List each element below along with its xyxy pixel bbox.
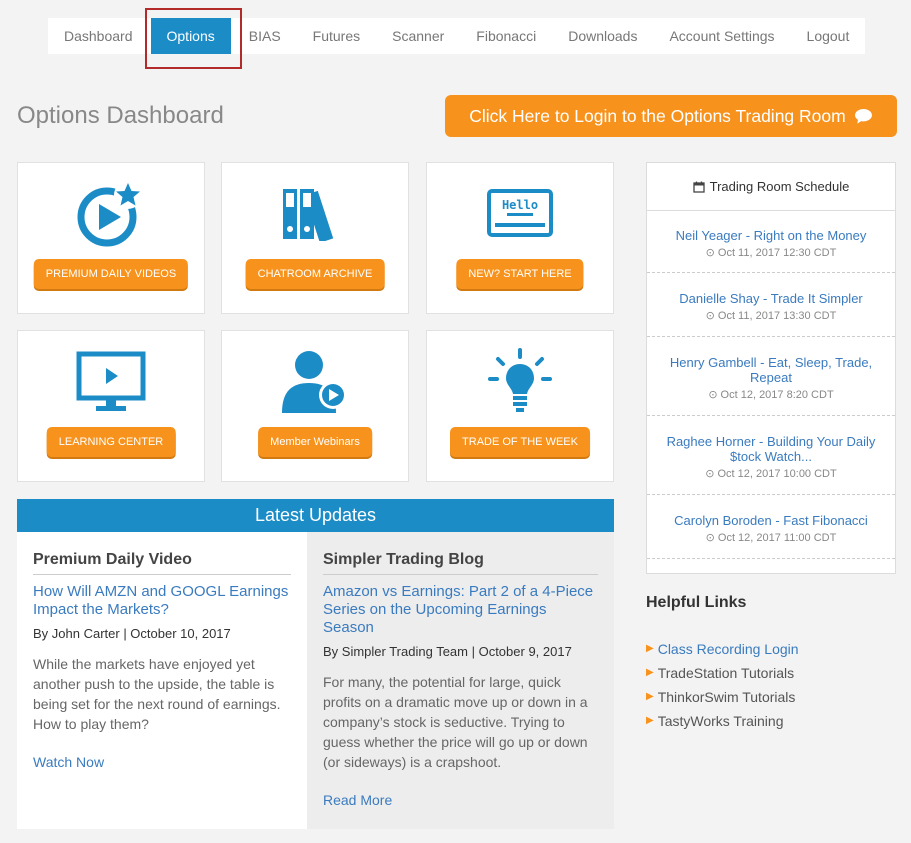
new-start-here-button[interactable]: NEW? START HERE xyxy=(456,259,584,289)
schedule-date-text: Oct 12, 2017 10:00 CDT xyxy=(717,467,837,480)
nav-futures[interactable]: Futures xyxy=(297,18,376,54)
nav-scanner[interactable]: Scanner xyxy=(376,18,460,54)
watch-now-link[interactable]: Watch Now xyxy=(33,754,291,770)
premium-daily-videos-button[interactable]: PREMIUM DAILY VIDEOS xyxy=(33,259,189,289)
schedule-item: Raghee Horner - Building Your Daily $toc… xyxy=(647,416,895,495)
clock-icon: ⊙ xyxy=(705,310,715,322)
nav-dashboard[interactable]: Dashboard xyxy=(48,18,149,54)
schedule-item-title[interactable]: Raghee Horner - Building Your Daily $toc… xyxy=(657,434,885,464)
helpful-link-item[interactable]: ▶ TradeStation Tutorials xyxy=(646,661,799,685)
blog-post-link[interactable]: Amazon vs Earnings: Part 2 of a 4-Piece … xyxy=(323,583,598,637)
schedule-item-title[interactable]: Henry Gambell - Eat, Sleep, Trade, Repea… xyxy=(657,355,885,385)
schedule-item: Carolyn Boroden - Fast Fibonacci ⊙ Oct 12… xyxy=(647,495,895,559)
caret-right-icon: ▶ xyxy=(646,715,654,726)
learning-center-button[interactable]: LEARNING CENTER xyxy=(46,427,176,457)
schedule-date-text: Oct 11, 2017 12:30 CDT xyxy=(717,246,837,259)
blog-excerpt: For many, the potential for large, quick… xyxy=(323,674,588,770)
lightbulb-icon xyxy=(488,348,552,412)
premium-video-byline: By John Carter | October 10, 2017 xyxy=(33,626,231,641)
schedule-item-title[interactable]: Danielle Shay - Trade It Simpler xyxy=(657,291,885,306)
schedule-header: Trading Room Schedule xyxy=(647,163,895,211)
tile-trade-of-the-week[interactable]: TRADE OF THE WEEK xyxy=(426,330,614,482)
premium-daily-video-column: Premium Daily Video How Will AMZN and GO… xyxy=(17,532,307,829)
hello-badge-icon: Hello xyxy=(487,189,553,237)
binders-icon xyxy=(283,189,334,241)
caret-right-icon: ▶ xyxy=(646,667,654,678)
helpful-link-label: ThinkorSwim Tutorials xyxy=(657,689,796,705)
clock-icon: ⊙ xyxy=(705,247,715,259)
schedule-date-text: Oct 12, 2017 11:00 CDT xyxy=(717,531,837,544)
blog-heading: Simpler Trading Blog xyxy=(323,551,598,575)
schedule-item-date: ⊙ Oct 12, 2017 10:00 CDT xyxy=(657,467,885,481)
nav-account-settings[interactable]: Account Settings xyxy=(653,18,790,54)
schedule-item-date: ⊙ Oct 11, 2017 12:30 CDT xyxy=(657,246,885,260)
helpful-link-label: TastyWorks Training xyxy=(657,713,784,729)
monitor-play-icon xyxy=(76,351,146,411)
calendar-icon xyxy=(692,181,705,193)
chat-bubble-icon xyxy=(854,108,872,124)
helpful-link-item[interactable]: ▶ Class Recording Login xyxy=(646,637,799,661)
clock-icon: ⊙ xyxy=(708,389,718,401)
blog-column: Simpler Trading Blog Amazon vs Earnings:… xyxy=(307,532,614,829)
latest-updates-panel: Latest Updates Premium Daily Video How W… xyxy=(17,499,614,829)
chatroom-archive-button[interactable]: CHATROOM ARCHIVE xyxy=(245,259,385,289)
tile-member-webinars[interactable]: Member Webinars xyxy=(221,330,409,482)
helpful-link-item[interactable]: ▶ TastyWorks Training xyxy=(646,709,799,733)
top-nav: Dashboard Options BIAS Futures Scanner F… xyxy=(48,18,865,54)
schedule-item-title[interactable]: Neil Yeager - Right on the Money xyxy=(657,228,885,243)
trading-room-schedule: Trading Room Schedule Neil Yeager - Righ… xyxy=(646,162,896,574)
schedule-date-text: Oct 12, 2017 8:20 CDT xyxy=(720,388,834,401)
nav-downloads[interactable]: Downloads xyxy=(552,18,653,54)
clock-icon: ⊙ xyxy=(705,532,715,544)
play-star-icon xyxy=(77,181,142,247)
svg-text:Hello: Hello xyxy=(502,198,538,212)
premium-video-excerpt: While the markets have enjoyed yet anoth… xyxy=(33,656,281,732)
login-button-label: Click Here to Login to the Options Tradi… xyxy=(469,105,846,126)
blog-byline: By Simpler Trading Team | October 9, 201… xyxy=(323,644,572,659)
helpful-link-label: Class Recording Login xyxy=(657,641,799,657)
schedule-item: Henry Gambell - Eat, Sleep, Trade, Repea… xyxy=(647,337,895,416)
tile-chatroom-archive[interactable]: CHATROOM ARCHIVE xyxy=(221,162,409,314)
tile-new-start-here[interactable]: Hello NEW? START HERE xyxy=(426,162,614,314)
tile-learning-center[interactable]: LEARNING CENTER xyxy=(17,330,205,482)
schedule-item: Danielle Shay - Trade It Simpler ⊙ Oct 11… xyxy=(647,273,895,337)
premium-daily-video-heading: Premium Daily Video xyxy=(33,551,291,575)
tile-premium-daily-videos[interactable]: PREMIUM DAILY VIDEOS xyxy=(17,162,205,314)
clock-icon: ⊙ xyxy=(705,468,715,480)
schedule-item-date: ⊙ Oct 12, 2017 8:20 CDT xyxy=(657,388,885,402)
nav-fibonacci[interactable]: Fibonacci xyxy=(460,18,552,54)
latest-updates-heading: Latest Updates xyxy=(17,499,614,532)
premium-video-post-link[interactable]: How Will AMZN and GOOGL Earnings Impact … xyxy=(33,583,291,619)
schedule-item-date: ⊙ Oct 11, 2017 13:30 CDT xyxy=(657,309,885,323)
caret-right-icon: ▶ xyxy=(646,691,654,702)
helpful-link-label: TradeStation Tutorials xyxy=(657,665,795,681)
schedule-item-date: ⊙ Oct 12, 2017 11:00 CDT xyxy=(657,531,885,545)
schedule-date-text: Oct 11, 2017 13:30 CDT xyxy=(717,309,837,322)
member-webinars-button[interactable]: Member Webinars xyxy=(258,427,372,457)
login-trading-room-button[interactable]: Click Here to Login to the Options Tradi… xyxy=(445,95,897,137)
nav-bias[interactable]: BIAS xyxy=(233,18,297,54)
read-more-link[interactable]: Read More xyxy=(323,792,598,808)
page-title: Options Dashboard xyxy=(17,102,224,129)
nav-options[interactable]: Options xyxy=(150,18,231,54)
schedule-title: Trading Room Schedule xyxy=(709,179,850,194)
nav-logout[interactable]: Logout xyxy=(791,18,866,54)
person-play-icon xyxy=(282,351,347,413)
schedule-item-title[interactable]: Carolyn Boroden - Fast Fibonacci xyxy=(657,513,885,528)
helpful-link-item[interactable]: ▶ ThinkorSwim Tutorials xyxy=(646,685,799,709)
trade-of-the-week-button[interactable]: TRADE OF THE WEEK xyxy=(450,427,590,457)
helpful-links: Helpful Links ▶ Class Recording Login ▶ Tr… xyxy=(646,594,799,733)
caret-right-icon: ▶ xyxy=(646,643,654,654)
schedule-item: Neil Yeager - Right on the Money ⊙ Oct 11… xyxy=(647,211,895,273)
helpful-links-heading: Helpful Links xyxy=(646,594,747,611)
